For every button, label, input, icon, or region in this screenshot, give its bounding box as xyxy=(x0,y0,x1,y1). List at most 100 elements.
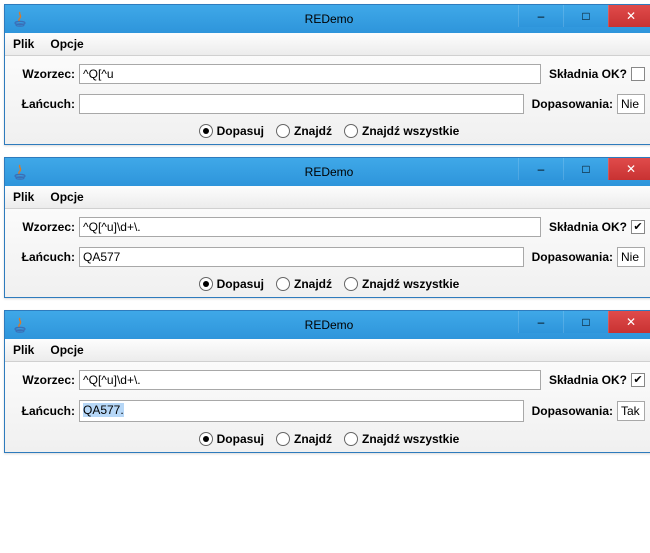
window-controls: – □ ✕ xyxy=(518,158,650,186)
match-highlight: QA577. xyxy=(83,403,124,417)
radio-find-all-label: Znajdź wszystkie xyxy=(362,432,459,446)
close-button[interactable]: ✕ xyxy=(608,5,650,27)
radio-icon xyxy=(344,277,358,291)
client-area: Wzorzec: Składnia OK? ✔ Łańcuch: QA577. Dopas… xyxy=(5,362,650,452)
pattern-row: Wzorzec: Składnia OK? ✔ xyxy=(13,217,645,237)
titlebar: REDemo–□✕ xyxy=(5,5,650,33)
max-icon: □ xyxy=(582,9,589,23)
menu-file[interactable]: Plik xyxy=(9,189,38,205)
radio-icon xyxy=(344,124,358,138)
java-icon xyxy=(12,164,28,180)
menu-file[interactable]: Plik xyxy=(9,342,38,358)
close-button[interactable]: ✕ xyxy=(608,311,650,333)
matches-label: Dopasowania: xyxy=(532,250,613,264)
matches-output xyxy=(617,247,645,267)
matches-output xyxy=(617,94,645,114)
radio-icon xyxy=(199,124,213,138)
radio-icon xyxy=(199,432,213,446)
pattern-label: Wzorzec: xyxy=(13,67,79,81)
app-window: REDemo–□✕PlikOpcjeWzorzec:Składnia OK?Ła… xyxy=(4,4,650,145)
maximize-button[interactable]: □ xyxy=(563,311,608,333)
radio-icon xyxy=(276,432,290,446)
menu-options[interactable]: Opcje xyxy=(46,342,87,358)
menubar: Plik Opcje xyxy=(5,186,650,209)
pattern-label: Wzorzec: xyxy=(13,220,79,234)
menu-options[interactable]: Opcje xyxy=(46,36,87,52)
pattern-input[interactable] xyxy=(79,370,541,390)
radio-match-label: Dopasuj xyxy=(217,432,264,446)
string-label: Łańcuch: xyxy=(13,97,79,111)
menu-options[interactable]: Opcje xyxy=(46,189,87,205)
string-label: Łańcuch: xyxy=(13,250,79,264)
radio-icon xyxy=(199,277,213,291)
java-icon xyxy=(12,317,28,333)
matches-label: Dopasowania: xyxy=(532,404,613,418)
min-icon: – xyxy=(538,9,545,23)
radio-find[interactable]: Znajdź xyxy=(276,277,332,291)
string-row: Łańcuch: Dopasowania: xyxy=(13,94,645,114)
max-icon: □ xyxy=(582,162,589,176)
close-icon: ✕ xyxy=(626,315,636,329)
syntax-ok-checkbox[interactable]: ✔ xyxy=(631,220,645,234)
menubar: Plik Opcje xyxy=(5,339,650,362)
radio-find[interactable]: Znajdź xyxy=(276,432,332,446)
pattern-input[interactable] xyxy=(79,217,541,237)
radio-match[interactable]: Dopasuj xyxy=(199,124,264,138)
matches-label: Dopasowania: xyxy=(532,97,613,111)
string-input[interactable] xyxy=(79,247,524,267)
syntax-ok-label: Składnia OK? xyxy=(549,220,627,234)
string-row: Łańcuch: Dopasowania: xyxy=(13,247,645,267)
java-icon xyxy=(12,11,28,27)
radio-find-all[interactable]: Znajdź wszystkie xyxy=(344,124,459,138)
string-input[interactable]: QA577. xyxy=(79,400,524,422)
string-input[interactable] xyxy=(79,94,524,114)
syntax-ok-label: Składnia OK? xyxy=(549,373,627,387)
client-area: Wzorzec: Składnia OK? ✔ Łańcuch: Dopasowania… xyxy=(5,209,650,297)
menubar: Plik Opcje xyxy=(5,33,650,56)
radio-find-all[interactable]: Znajdź wszystkie xyxy=(344,432,459,446)
string-label: Łańcuch: xyxy=(13,404,79,418)
menu-file[interactable]: Plik xyxy=(9,36,38,52)
mode-radio-group: Dopasuj Znajdź Znajdź wszystkie xyxy=(13,124,645,138)
syntax-ok-checkbox[interactable] xyxy=(631,67,645,81)
radio-match[interactable]: Dopasuj xyxy=(199,432,264,446)
close-button[interactable]: ✕ xyxy=(608,158,650,180)
min-icon: – xyxy=(538,315,545,329)
string-row: Łańcuch: QA577. Dopasowania: xyxy=(13,400,645,422)
radio-find[interactable]: Znajdź xyxy=(276,124,332,138)
radio-dot-icon xyxy=(203,436,209,442)
radio-match-label: Dopasuj xyxy=(217,277,264,291)
window-controls: – □ ✕ xyxy=(518,311,650,339)
pattern-row: Wzorzec: Składnia OK? ✔ xyxy=(13,370,645,390)
close-icon: ✕ xyxy=(626,162,636,176)
check-icon: ✔ xyxy=(633,375,642,386)
radio-find-all[interactable]: Znajdź wszystkie xyxy=(344,277,459,291)
pattern-input[interactable] xyxy=(79,64,541,84)
maximize-button[interactable]: □ xyxy=(563,5,608,27)
minimize-button[interactable]: – xyxy=(518,5,563,27)
minimize-button[interactable]: – xyxy=(518,158,563,180)
syntax-ok-label: Składnia OK? xyxy=(549,67,627,81)
radio-match[interactable]: Dopasuj xyxy=(199,277,264,291)
minimize-button[interactable]: – xyxy=(518,311,563,333)
radio-find-all-label: Znajdź wszystkie xyxy=(362,277,459,291)
titlebar: REDemo–□✕ xyxy=(5,311,650,339)
client-area: Wzorzec: Składnia OK? Łańcuch: Dopasowania:… xyxy=(5,56,650,144)
pattern-label: Wzorzec: xyxy=(13,373,79,387)
radio-icon xyxy=(276,124,290,138)
app-window: REDemo–□✕PlikOpcjeWzorzec:Składnia OK?✔Ł… xyxy=(4,157,650,298)
mode-radio-group: Dopasuj Znajdź Znajdź wszystkie xyxy=(13,277,645,291)
window-controls: – □ ✕ xyxy=(518,5,650,33)
radio-find-label: Znajdź xyxy=(294,277,332,291)
mode-radio-group: Dopasuj Znajdź Znajdź wszystkie xyxy=(13,432,645,446)
maximize-button[interactable]: □ xyxy=(563,158,608,180)
radio-dot-icon xyxy=(203,128,209,134)
radio-find-all-label: Znajdź wszystkie xyxy=(362,124,459,138)
radio-match-label: Dopasuj xyxy=(217,124,264,138)
syntax-ok-checkbox[interactable]: ✔ xyxy=(631,373,645,387)
radio-find-label: Znajdź xyxy=(294,124,332,138)
check-icon: ✔ xyxy=(633,222,642,233)
max-icon: □ xyxy=(582,315,589,329)
radio-find-label: Znajdź xyxy=(294,432,332,446)
titlebar: REDemo–□✕ xyxy=(5,158,650,186)
